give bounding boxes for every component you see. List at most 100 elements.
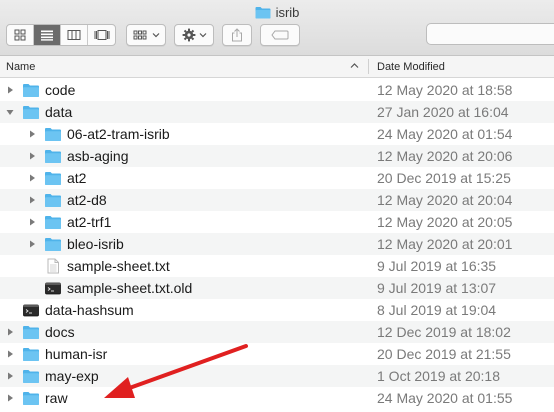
item-date-modified: 12 May 2020 at 18:58	[377, 82, 513, 98]
item-name: docs	[45, 324, 75, 340]
file-list: code 12 May 2020 at 18:58 data 27 Jan 2020 …	[0, 79, 554, 409]
disclosure-collapsed-icon	[8, 372, 13, 380]
item-date-modified: 9 Jul 2019 at 13:07	[377, 280, 497, 296]
disclosure-collapsed-icon	[30, 130, 35, 138]
folder-row[interactable]: docs 12 Dec 2019 at 18:02	[0, 321, 554, 343]
list-view-icon	[41, 30, 53, 41]
group-by-icon	[133, 30, 146, 40]
folder-icon	[23, 392, 39, 405]
folder-icon	[23, 84, 39, 97]
column-header: Name Date Modified	[0, 56, 554, 78]
disclosure-collapsed-icon	[8, 328, 13, 336]
item-date-modified: 20 Dec 2019 at 21:55	[377, 346, 511, 362]
toolbar	[6, 23, 300, 47]
icon-view-icon	[14, 29, 26, 41]
column-view-icon	[67, 30, 81, 40]
folder-icon	[23, 348, 39, 361]
view-switcher	[6, 24, 116, 46]
item-date-modified: 12 May 2020 at 20:01	[377, 236, 513, 252]
folder-icon	[23, 370, 39, 383]
disclosure-collapsed-icon	[30, 174, 35, 182]
date-modified-column-header[interactable]: Date Modified	[377, 56, 445, 77]
item-name: data-hashsum	[45, 302, 134, 318]
folder-row[interactable]: raw 24 May 2020 at 01:55	[0, 387, 554, 409]
folder-icon	[45, 194, 61, 207]
disclosure-triangle[interactable]	[5, 349, 15, 359]
disclosure-expanded-icon	[6, 110, 14, 115]
folder-icon	[45, 150, 61, 163]
gear-icon	[182, 28, 195, 42]
terminal-executable-icon	[23, 304, 39, 317]
disclosure-collapsed-icon	[30, 218, 35, 226]
icon-view-button[interactable]	[7, 25, 34, 45]
disclosure-triangle[interactable]	[27, 195, 37, 205]
disclosure-collapsed-icon	[8, 350, 13, 358]
item-name: may-exp	[45, 368, 99, 384]
item-name: sample-sheet.txt.old	[67, 280, 193, 296]
item-date-modified: 24 May 2020 at 01:55	[377, 390, 513, 406]
folder-row[interactable]: human-isr 20 Dec 2019 at 21:55	[0, 343, 554, 365]
disclosure-triangle[interactable]	[27, 239, 37, 249]
item-name: code	[45, 82, 76, 98]
gallery-view-button[interactable]	[88, 25, 115, 45]
disclosure-collapsed-icon	[30, 152, 35, 160]
item-date-modified: 9 Jul 2019 at 16:35	[377, 258, 497, 274]
folder-row[interactable]: asb-aging 12 May 2020 at 20:06	[0, 145, 554, 167]
item-name: raw	[45, 390, 68, 406]
window-title-text: isrib	[275, 4, 300, 20]
folder-icon	[23, 106, 39, 119]
disclosure-triangle[interactable]	[27, 217, 37, 227]
folder-row[interactable]: bleo-isrib 12 May 2020 at 20:01	[0, 233, 554, 255]
tags-button[interactable]	[260, 24, 300, 46]
disclosure-collapsed-icon	[30, 240, 35, 248]
item-date-modified: 27 Jan 2020 at 16:04	[377, 104, 509, 120]
disclosure-triangle[interactable]	[27, 129, 37, 139]
folder-row[interactable]: 06-at2-tram-isrib 24 May 2020 at 01:54	[0, 123, 554, 145]
disclosure-collapsed-icon	[8, 394, 13, 402]
folder-row[interactable]: at2-d8 12 May 2020 at 20:04	[0, 189, 554, 211]
item-name: data	[45, 104, 73, 120]
folder-row[interactable]: data 27 Jan 2020 at 16:04	[0, 101, 554, 123]
item-name: at2-trf1	[67, 214, 112, 230]
file-row[interactable]: sample-sheet.txt 9 Jul 2019 at 16:35	[0, 255, 554, 277]
folder-icon	[45, 172, 61, 185]
column-divider	[368, 59, 369, 74]
folder-row[interactable]: code 12 May 2020 at 18:58	[0, 79, 554, 101]
item-date-modified: 12 Dec 2019 at 18:02	[377, 324, 511, 340]
disclosure-collapsed-icon	[8, 86, 13, 94]
chevron-down-icon	[152, 33, 159, 38]
share-button[interactable]	[222, 24, 252, 46]
file-row[interactable]: data-hashsum 8 Jul 2019 at 19:04	[0, 299, 554, 321]
name-column-header[interactable]: Name	[6, 56, 366, 77]
item-date-modified: 24 May 2020 at 01:54	[377, 126, 513, 142]
folder-row[interactable]: may-exp 1 Oct 2019 at 20:18	[0, 365, 554, 387]
list-view-button[interactable]	[34, 25, 61, 45]
disclosure-triangle[interactable]	[5, 85, 15, 95]
item-name: 06-at2-tram-isrib	[67, 126, 170, 142]
folder-icon	[45, 216, 61, 229]
folder-icon	[45, 128, 61, 141]
disclosure-triangle[interactable]	[5, 327, 15, 337]
text-file-icon	[47, 258, 59, 274]
item-name: at2-d8	[67, 192, 107, 208]
item-date-modified: 20 Dec 2019 at 15:25	[377, 170, 511, 186]
gallery-view-icon	[94, 30, 109, 40]
disclosure-triangle[interactable]	[5, 107, 15, 117]
disclosure-triangle[interactable]	[5, 371, 15, 381]
group-by-button[interactable]	[126, 24, 166, 46]
item-name: asb-aging	[67, 148, 129, 164]
file-row[interactable]: sample-sheet.txt.old 9 Jul 2019 at 13:07	[0, 277, 554, 299]
folder-row[interactable]: at2-trf1 12 May 2020 at 20:05	[0, 211, 554, 233]
disclosure-triangle[interactable]	[27, 151, 37, 161]
sort-ascending-icon	[350, 63, 359, 68]
action-button[interactable]	[174, 24, 214, 46]
item-date-modified: 12 May 2020 at 20:05	[377, 214, 513, 230]
search-input[interactable]	[426, 23, 554, 45]
folder-row[interactable]: at2 20 Dec 2019 at 15:25	[0, 167, 554, 189]
column-view-button[interactable]	[61, 25, 88, 45]
disclosure-triangle[interactable]	[27, 173, 37, 183]
disclosure-triangle[interactable]	[5, 393, 15, 403]
folder-icon	[255, 6, 271, 18]
item-date-modified: 12 May 2020 at 20:04	[377, 192, 513, 208]
window-titlebar: isrib	[0, 0, 554, 56]
